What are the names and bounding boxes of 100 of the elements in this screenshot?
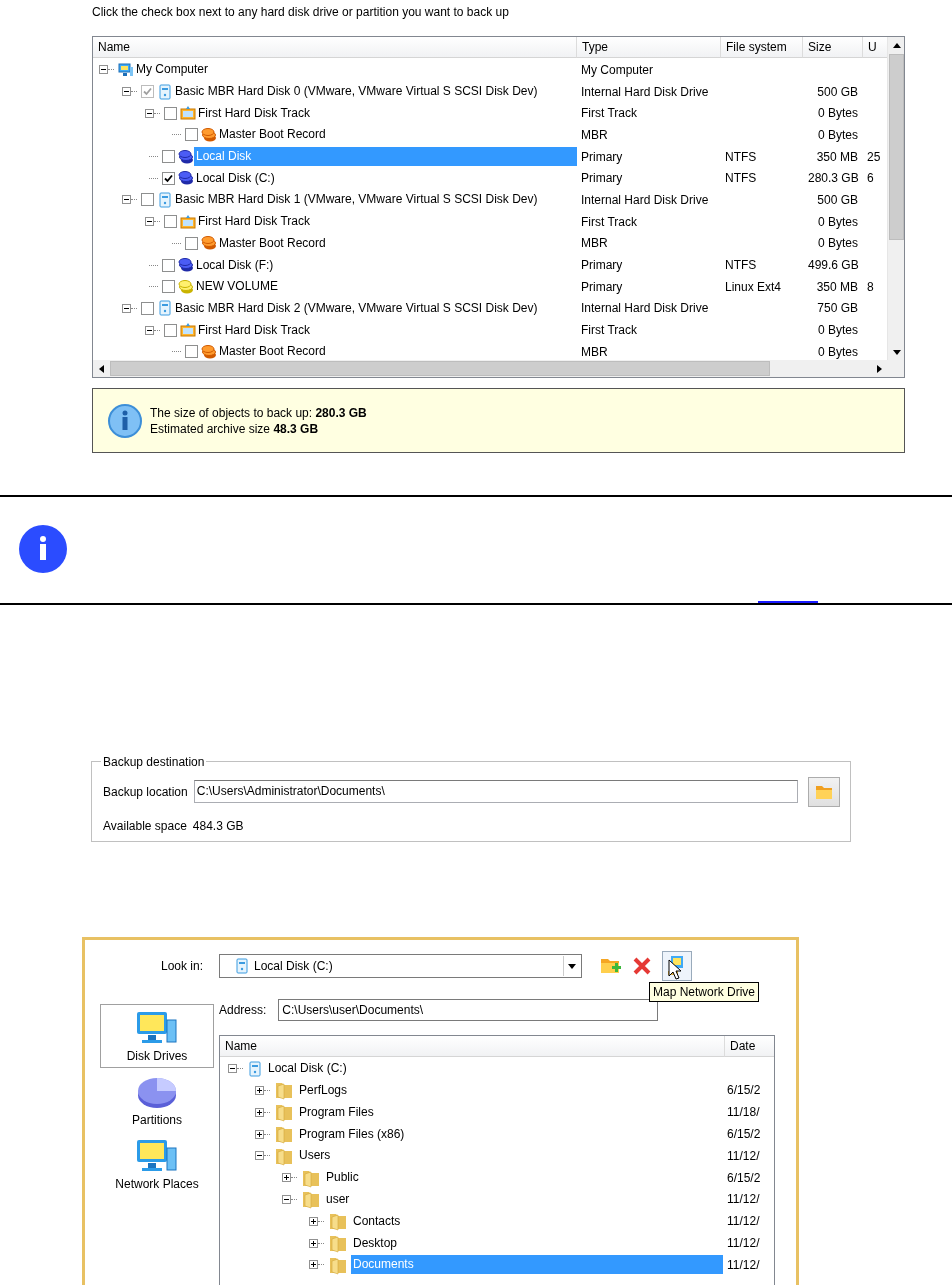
expand-icon[interactable] <box>255 1129 264 1139</box>
table-cell: 0 Bytes <box>817 127 858 142</box>
expand-icon[interactable] <box>255 1107 264 1117</box>
scroll-right-icon[interactable] <box>874 364 883 373</box>
folder-item[interactable]: Program Files (x86) <box>297 1124 723 1144</box>
checkbox[interactable] <box>141 193 154 207</box>
collapse-icon[interactable] <box>122 87 131 97</box>
checkbox[interactable] <box>164 106 177 120</box>
collapse-icon[interactable] <box>122 195 131 205</box>
tree-item[interactable]: Master Boot Record <box>217 342 577 360</box>
table-cell: NTFS <box>725 258 757 273</box>
table-cell: 350 MB <box>816 149 858 164</box>
checkbox[interactable] <box>162 258 175 272</box>
tree-item[interactable]: First Hard Disk Track <box>196 320 577 340</box>
track-icon <box>180 213 196 230</box>
column-header[interactable]: Size <box>803 37 863 58</box>
column-header[interactable]: Type <box>577 37 721 58</box>
place-item[interactable]: Disk Drives <box>100 1003 214 1068</box>
tree-item[interactable]: Basic MBR Hard Disk 1 (VMware, VMware Virtual S SCSI Disk Dev) <box>173 190 577 210</box>
tree-item[interactable]: NEW VOLUME <box>194 277 577 297</box>
place-item[interactable]: Partitions <box>100 1067 214 1132</box>
info-icon <box>107 402 143 439</box>
expand-icon[interactable] <box>309 1260 318 1270</box>
table-cell: 11/12/ <box>727 1236 760 1250</box>
checkbox[interactable] <box>164 215 177 229</box>
expand-icon[interactable] <box>282 1173 291 1183</box>
collapse-icon[interactable] <box>255 1151 264 1161</box>
scrollbar-thumb[interactable] <box>110 361 770 376</box>
tree-item[interactable]: Master Boot Record <box>217 233 577 253</box>
tree-item[interactable]: First Hard Disk Track <box>196 212 577 232</box>
field-label: Available space <box>103 818 187 833</box>
expand-icon[interactable] <box>255 1085 264 1095</box>
collapse-icon[interactable] <box>145 108 154 118</box>
collapse-icon[interactable] <box>122 303 131 313</box>
folder-icon <box>274 1102 294 1123</box>
collapse-icon[interactable] <box>99 65 108 75</box>
scroll-down-icon[interactable] <box>892 347 901 356</box>
scrollbar-thumb[interactable] <box>889 54 904 240</box>
collapse-icon[interactable] <box>228 1064 237 1074</box>
folder-icon <box>301 1189 321 1210</box>
table-cell: 8 <box>867 279 874 294</box>
hard-drive-icon <box>247 1060 263 1077</box>
dropdown-value: Local Disk (C:) <box>254 959 333 974</box>
folder-item[interactable]: Users <box>297 1146 723 1166</box>
folder-item[interactable]: PerfLogs <box>297 1080 723 1100</box>
table-cell: 500 GB <box>817 192 858 207</box>
checkbox[interactable] <box>162 280 175 294</box>
field-label: Address: <box>219 1002 267 1017</box>
look-in-dropdown[interactable]: Local Disk (C:) <box>219 954 582 979</box>
expand-icon[interactable] <box>309 1238 318 1248</box>
tree-item[interactable]: My Computer <box>134 60 577 80</box>
checkbox[interactable] <box>162 150 175 164</box>
horizontal-scrollbar[interactable] <box>93 360 887 377</box>
folder-item[interactable]: Local Disk (C:) <box>266 1059 723 1079</box>
expand-icon[interactable] <box>309 1216 318 1226</box>
column-header[interactable]: Name <box>93 37 577 58</box>
place-item[interactable]: Network Places <box>100 1131 214 1196</box>
checkbox[interactable] <box>185 236 198 250</box>
folder-item[interactable]: Contacts <box>351 1211 723 1231</box>
folder-icon <box>815 783 833 800</box>
table-cell: 25 <box>867 149 881 164</box>
delete-icon[interactable] <box>632 956 652 977</box>
table-cell: 6 <box>867 171 874 186</box>
checkbox[interactable] <box>185 128 198 142</box>
folder-item[interactable]: Public <box>324 1168 723 1188</box>
dropdown-arrow-icon[interactable] <box>568 962 576 971</box>
table-cell: 0 Bytes <box>817 106 858 121</box>
table-cell: 6/15/2 <box>727 1127 761 1142</box>
collapse-icon[interactable] <box>282 1194 291 1204</box>
cursor-icon <box>668 959 684 982</box>
tree-item[interactable]: Basic MBR Hard Disk 2 (VMware, VMware Virtual S SCSI Disk Dev) <box>173 298 577 318</box>
folder-item[interactable]: Program Files <box>297 1102 723 1122</box>
checkbox[interactable] <box>141 301 154 315</box>
table-cell: NTFS <box>725 149 757 164</box>
tree-item[interactable]: Master Boot Record <box>217 125 577 145</box>
table-cell: Linux Ext4 <box>725 279 782 294</box>
place-label: Disk Drives <box>126 1048 188 1063</box>
group-title: Backup destination <box>102 754 206 769</box>
folder-icon <box>328 1233 348 1253</box>
tree-item[interactable]: Local Disk (F:) <box>194 255 577 275</box>
checkbox[interactable] <box>185 345 198 359</box>
tree-item[interactable]: Local Disk (C:) <box>194 168 577 188</box>
table-cell: 499.6 GB <box>808 258 859 273</box>
collapse-icon[interactable] <box>145 217 154 227</box>
scroll-up-icon[interactable] <box>892 41 901 50</box>
address-field[interactable]: C:\Users\user\Documents\ <box>278 998 659 1021</box>
disk-stack-icon <box>178 148 194 165</box>
folder-item[interactable]: user <box>324 1189 723 1209</box>
collapse-icon[interactable] <box>145 325 154 335</box>
link-underline[interactable] <box>758 600 818 603</box>
column-header[interactable]: Name <box>220 1035 725 1057</box>
table-cell: 6/15/2 <box>727 1170 761 1185</box>
checkbox[interactable] <box>164 323 177 337</box>
vertical-scrollbar[interactable] <box>887 37 904 360</box>
scroll-left-icon[interactable] <box>97 364 106 373</box>
column-header[interactable]: File system <box>721 37 803 58</box>
tree-item[interactable]: Basic MBR Hard Disk 0 (VMware, VMware Virtual S SCSI Disk Dev) <box>173 82 577 102</box>
tree-item[interactable]: First Hard Disk Track <box>196 103 577 123</box>
folder-item[interactable]: Desktop <box>351 1233 723 1253</box>
backup-location-field[interactable]: C:\Users\Administrator\Documents\ <box>193 780 798 804</box>
